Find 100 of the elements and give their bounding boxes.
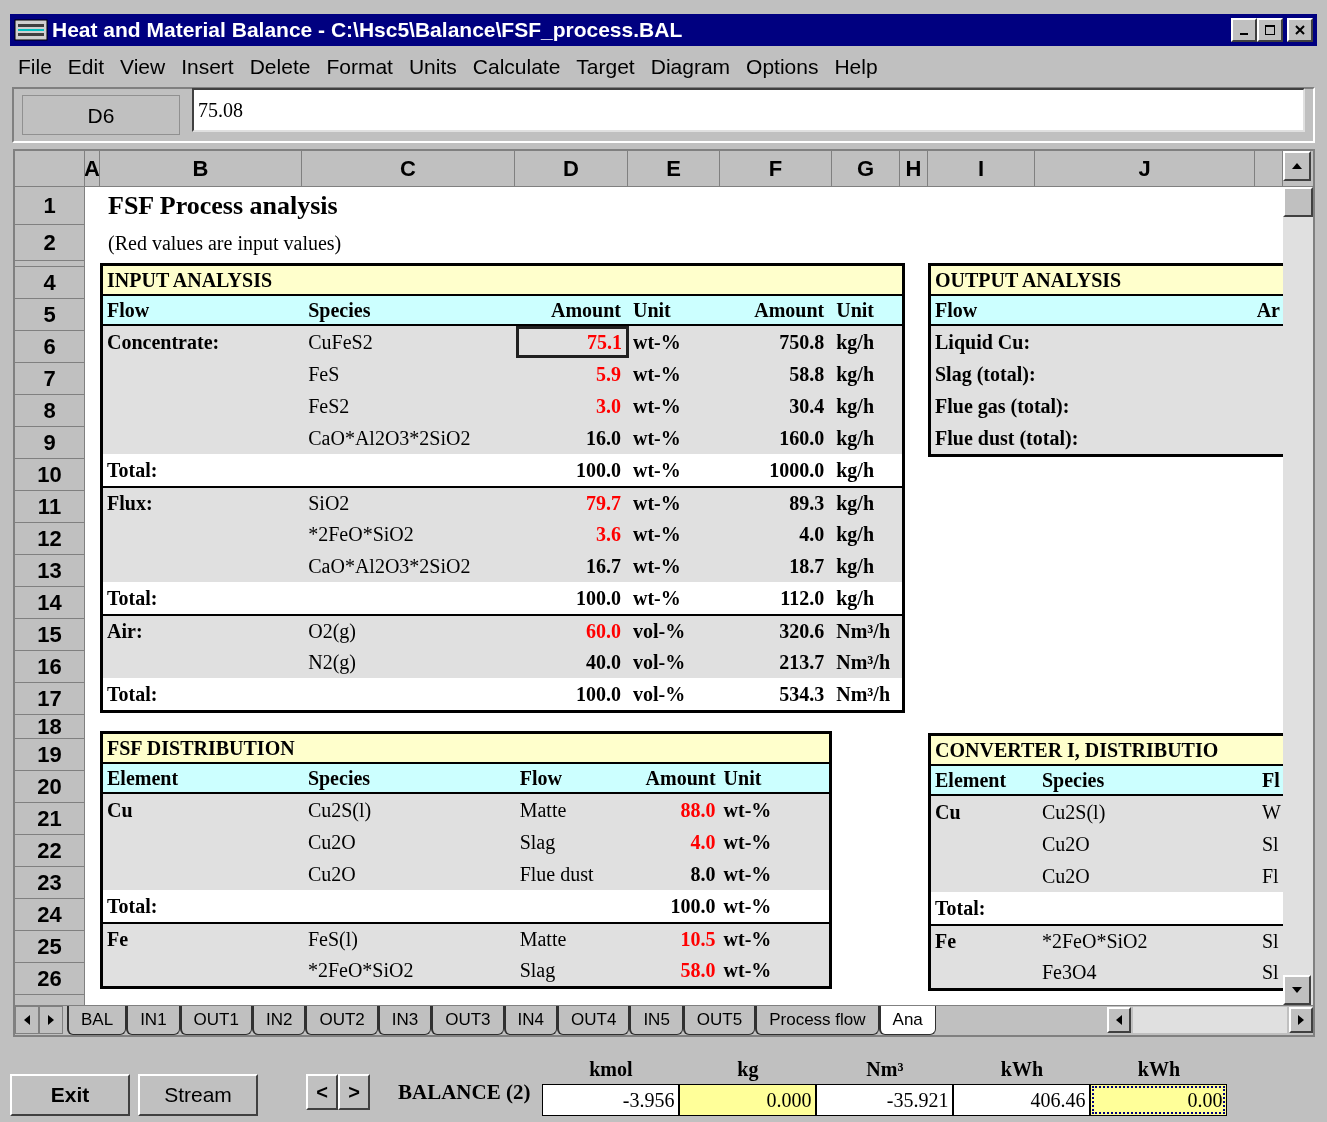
column-heading[interactable]: E [628,151,720,187]
sheet-tab[interactable]: OUT1 [179,1005,252,1035]
scroll-thumb[interactable] [1283,187,1313,218]
menu-item[interactable]: Edit [61,50,111,83]
row-heading[interactable]: 5 [15,299,84,332]
row-heading[interactable]: 8 [15,395,84,428]
unit-cell: Nm³/h [836,651,891,674]
unit-cell: vol-% [633,683,686,706]
row-heading[interactable]: 9 [15,427,84,460]
menu-item[interactable]: Target [570,50,641,83]
row-heading[interactable]: 20 [15,771,84,804]
amount-cell-text: 320.6 [779,619,825,645]
menu-item[interactable]: File [12,50,58,83]
row-heading[interactable]: 1 [15,187,84,226]
row-heading[interactable]: 26 [15,963,84,996]
row-heading[interactable]: 25 [15,931,84,964]
maximize-button[interactable] [1257,17,1283,42]
menu-item[interactable]: Diagram [644,50,737,83]
sheet-tab[interactable]: IN1 [126,1005,180,1035]
column-heading[interactable]: B [100,151,302,187]
sheet-tab[interactable]: Process flow [755,1005,879,1035]
row-heading[interactable]: 7 [15,363,84,396]
close-button[interactable] [1287,17,1313,42]
sheet-tab[interactable]: OUT3 [431,1005,504,1035]
column-header: Unit [633,298,671,324]
amount-cell-text: 4.0 [799,522,825,548]
flow-cell: Sl [1262,961,1279,984]
amount-cell-text: 89.3 [789,491,825,517]
row-heading[interactable]: 21 [15,803,84,836]
row-heading[interactable]: 13 [15,555,84,588]
row-heading[interactable]: 14 [15,587,84,620]
next-sheet-button[interactable] [39,1006,63,1035]
row-heading[interactable]: 2 [15,225,84,262]
scroll-up-button[interactable] [1283,151,1311,182]
app-icon [14,18,48,41]
row-heading[interactable]: 6 [15,331,84,364]
menu-item[interactable]: Delete [243,50,317,83]
element-label: Total: [935,897,986,920]
amount-cell-text: 58.8 [789,362,825,388]
menu-item[interactable]: Help [828,50,884,83]
column-header: Flow [935,298,978,324]
column-heading[interactable]: C [302,151,515,187]
species-cell: SiO2 [308,492,350,515]
horizontal-scrollbar[interactable] [1133,1007,1287,1034]
flow-label: Flue dust (total): [935,426,1079,452]
nav-button[interactable]: < [306,1074,338,1110]
column-heading[interactable]: H [900,151,928,187]
menu-item[interactable]: Format [320,50,399,83]
scroll-down-button[interactable] [1283,974,1311,1005]
menu-item[interactable]: Insert [175,50,240,83]
tab-scroll-right-button[interactable] [1289,1007,1313,1034]
sheet-tab[interactable]: IN2 [251,1005,306,1035]
row-heading[interactable]: 15 [15,619,84,652]
column-heading[interactable]: A [85,151,100,187]
amount-cell-text: 79.7 [586,491,622,517]
sheet-tab[interactable]: IN5 [629,1005,683,1035]
sheet-tab[interactable]: IN4 [503,1005,558,1035]
row-heading[interactable]: 22 [15,835,84,868]
right-arrow-icon [1297,1014,1305,1027]
minimize-button[interactable] [1231,17,1257,42]
menu-item[interactable]: Units [402,50,463,83]
flow-label: Total: [107,587,158,610]
vertical-scrollbar[interactable] [1283,187,1313,1005]
row-heading[interactable]: 23 [15,867,84,900]
row-heading[interactable]: 24 [15,899,84,932]
row-heading[interactable]: 19 [15,739,84,772]
menu-item[interactable]: View [114,50,172,83]
sheet-tab[interactable]: Ana [878,1005,936,1035]
table-title: INPUT ANALYSIS [107,268,273,294]
sheet-tab[interactable]: OUT4 [557,1005,630,1035]
action-button[interactable]: Stream [138,1074,258,1116]
column-heading[interactable]: J [1035,151,1255,187]
sheet-tab[interactable]: IN3 [377,1005,432,1035]
first-sheet-button[interactable] [15,1006,39,1035]
sheet-tab[interactable]: OUT2 [305,1005,378,1035]
row-heading[interactable]: 16 [15,651,84,684]
menu-item[interactable]: Options [740,50,825,83]
row-heading[interactable]: 10 [15,459,84,492]
flow-label: Liquid Cu: [935,330,1031,356]
column-heading[interactable]: F [720,151,832,187]
row-heading[interactable]: 11 [15,491,84,524]
flow-cell: Slag [519,831,556,854]
sheet-tab[interactable]: OUT5 [682,1005,756,1035]
column-heading[interactable]: I [928,151,1035,187]
row-heading[interactable]: 12 [15,523,84,556]
close-icon [1294,23,1306,36]
row-heading[interactable]: 17 [15,683,84,716]
nav-button[interactable]: > [338,1074,370,1110]
row-heading[interactable]: 4 [15,267,84,300]
action-button[interactable]: Exit [10,1074,130,1116]
sheet-tab[interactable]: BAL [67,1005,127,1035]
formula-input[interactable]: 75.08 [192,88,1305,133]
row-heading[interactable]: 18 [15,715,84,740]
column-heading[interactable]: G [832,151,900,187]
menu-item[interactable]: Calculate [466,50,567,83]
tab-scroll-left-button[interactable] [1107,1007,1131,1034]
column-heading[interactable]: D [515,151,628,187]
flow-label: Total: [107,459,158,482]
column-header: Species [308,298,371,324]
amount-cell-text: 100.0 [670,894,716,920]
